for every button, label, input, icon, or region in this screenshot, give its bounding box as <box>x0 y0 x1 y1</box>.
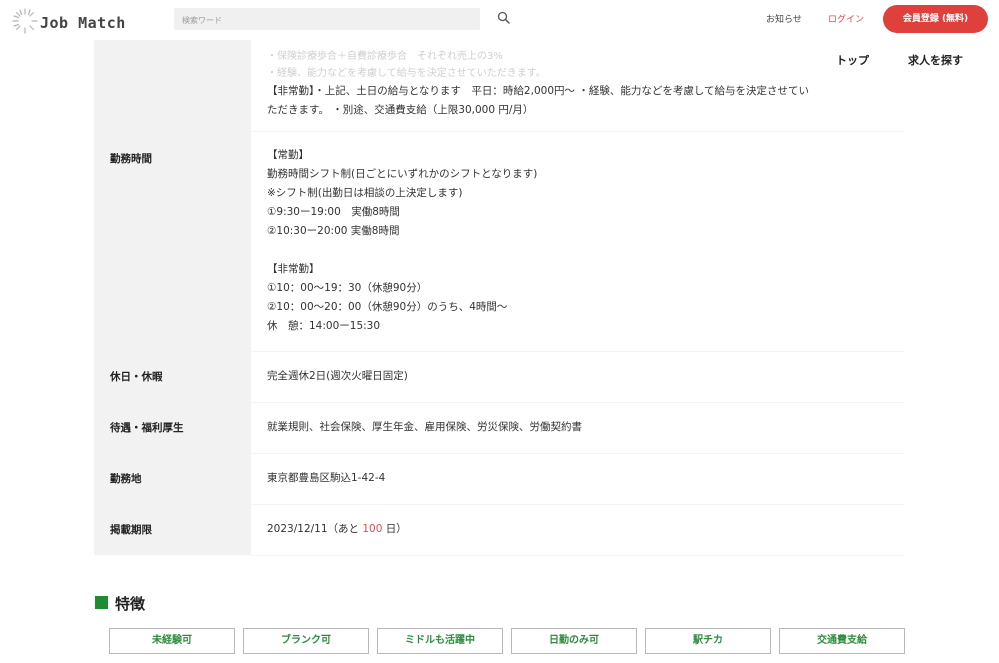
hours-line: ②10：00〜20：00（休憩90分）のうち、4時間〜 <box>267 301 508 313</box>
hours-line: 休 憩：14:00ー15:30 <box>267 320 381 332</box>
hours-line: ①10：00〜19：30（休憩90分） <box>267 282 428 294</box>
detail-row-location: 勤務地 東京都豊島区駒込1-42-4 <box>94 453 904 505</box>
nav-job-search-link[interactable]: 求人を探す <box>908 52 963 68</box>
detail-value-location: 東京都豊島区駒込1-42-4 <box>251 453 904 505</box>
feature-tag[interactable]: ブランク可 <box>243 628 369 654</box>
hours-line: ②10:30ー20:00 実働8時間 <box>267 225 400 237</box>
hours-line: ①9:30ー19:00 実働8時間 <box>267 206 400 218</box>
detail-label-benefits: 待遇・福利厚生 <box>94 402 251 453</box>
features-title: 特徴 <box>115 595 146 613</box>
hours-line: 【非常勤】 <box>267 263 320 275</box>
search-box <box>174 8 480 32</box>
salary-faded-line: ・保険診療歩合＋自費診療歩合 それぞれ売上の3% <box>267 51 503 63</box>
detail-label-hours: 勤務時間 <box>94 131 251 351</box>
salary-faded-line: ・経験、能力などを考慮して給与を決定させていただきます。 <box>267 68 546 80</box>
detail-value-salary: ・保険診療歩合＋自費診療歩合 それぞれ売上の3% ・経験、能力などを考慮して給与… <box>251 38 904 132</box>
detail-value-holidays: 完全週休2日(週次火曜日固定) <box>251 351 904 403</box>
detail-value-benefits: 就業規則、社会保険、厚生年金、雇用保険、労災保険、労働契約書 <box>251 402 904 454</box>
hours-line: 勤務時間シフト制(日ごとにいずれかのシフトとなります) <box>267 168 538 180</box>
feature-tag[interactable]: ミドルも活躍中 <box>377 628 503 654</box>
notice-link[interactable]: お知らせ <box>766 12 802 25</box>
detail-row-salary: ・保険診療歩合＋自費診療歩合 それぞれ売上の3% ・経験、能力などを考慮して給与… <box>94 38 904 132</box>
detail-row-hours: 勤務時間 【常勤】 勤務時間シフト制(日ごとにいずれかのシフトとなります) ※シ… <box>94 131 904 352</box>
period-prefix: （あと <box>327 523 363 535</box>
site-header: Job Match お知らせ ログイン 会員登録 (無料) <box>0 0 999 40</box>
detail-row-benefits: 待遇・福利厚生 就業規則、社会保険、厚生年金、雇用保険、労災保険、労働契約書 <box>94 402 904 454</box>
detail-value-period: 2023/12/11（あと 100 日） <box>251 504 904 556</box>
site-logo[interactable]: Job Match <box>10 6 140 36</box>
period-days-remaining: 100 <box>362 523 383 535</box>
feature-tag[interactable]: 駅チカ <box>645 628 771 654</box>
search-icon[interactable] <box>496 10 512 26</box>
signup-button[interactable]: 会員登録 (無料) <box>883 5 988 33</box>
detail-row-period: 掲載期限 2023/12/11（あと 100 日） <box>94 504 904 556</box>
feature-tag[interactable]: 日勤のみ可 <box>511 628 637 654</box>
logo-text: Job Match <box>40 14 126 32</box>
salary-line: 【非常勤】・上記、土日の給与となります 平日：時給2,000円〜 ・経験、能力な… <box>267 85 810 98</box>
period-date: 2023/12/11 <box>267 523 328 535</box>
hours-line: ※シフト制(出勤日は相談の上決定します) <box>267 187 463 199</box>
hours-line: 【常勤】 <box>267 149 309 161</box>
hours-line <box>267 241 888 260</box>
period-suffix: 日） <box>382 523 407 535</box>
detail-label-location: 勤務地 <box>94 453 251 504</box>
feature-tag[interactable]: 未経験可 <box>109 628 235 654</box>
detail-label-period: 掲載期限 <box>94 504 251 555</box>
detail-label-salary <box>94 38 251 131</box>
green-square-icon <box>95 596 108 609</box>
detail-value-hours: 【常勤】 勤務時間シフト制(日ごとにいずれかのシフトとなります) ※シフト制(出… <box>251 131 904 352</box>
feature-tag-list: 未経験可 ブランク可 ミドルも活躍中 日勤のみ可 駅チカ 交通費支給 <box>109 628 907 656</box>
job-detail-table: ・保険診療歩合＋自費診療歩合 それぞれ売上の3% ・経験、能力などを考慮して給与… <box>94 38 904 556</box>
login-link[interactable]: ログイン <box>828 12 864 25</box>
salary-line: ただきます。 ・別途、交通費支給（上限30,000 円/月） <box>267 104 534 117</box>
detail-row-holidays: 休日・休暇 完全週休2日(週次火曜日固定) <box>94 351 904 403</box>
feature-tag[interactable]: 交通費支給 <box>779 628 905 654</box>
search-input[interactable] <box>174 9 480 32</box>
detail-label-holidays: 休日・休暇 <box>94 351 251 402</box>
sunburst-logo-icon <box>12 8 38 34</box>
